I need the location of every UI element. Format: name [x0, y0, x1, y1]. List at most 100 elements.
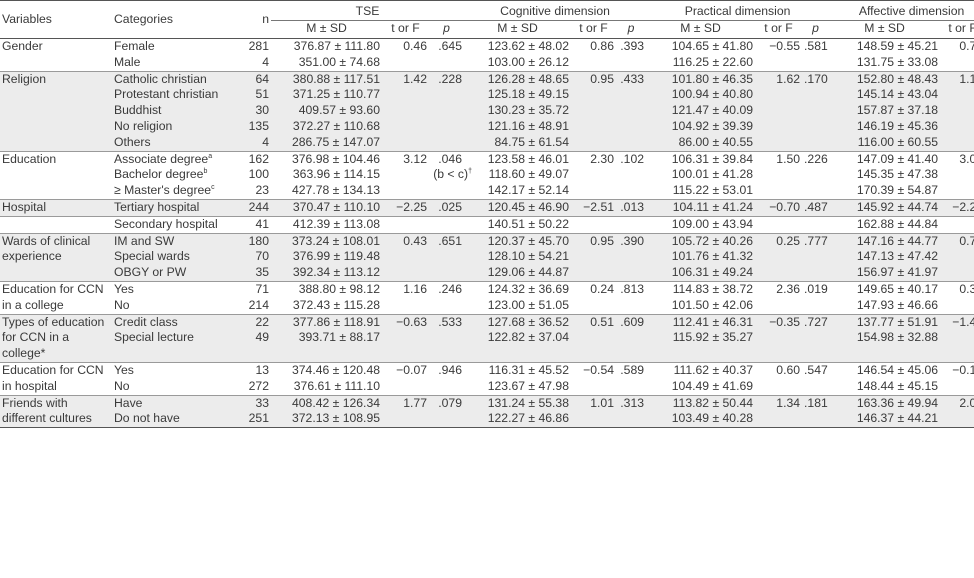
header-torf: t or F [391, 21, 420, 35]
prac-p-cell: .581 [802, 38, 830, 72]
p-value: .433 [620, 71, 645, 86]
variable-label: Friends with [2, 395, 68, 410]
n-value: 64 [255, 71, 269, 86]
cog-msd-cell: 124.32 ± 36.69 123.00 ± 51.05 [464, 281, 571, 315]
msd-value: 140.51 ± 50.22 [487, 216, 569, 231]
p-value: .581 [804, 39, 828, 53]
t-value: 1.62 [776, 71, 801, 86]
msd-value: 388.80 ± 98.12 [298, 281, 380, 296]
msd-value: 376.99 ± 119.48 [292, 249, 380, 264]
msd-value: 409.57 ± 93.60 [298, 103, 380, 118]
prac-msd-cell: 105.72 ± 40.26 101.76 ± 41.32 106.31 ± 49.… [646, 233, 756, 282]
cog-t-cell: 0.51 [571, 314, 616, 363]
tse-msd-cell: 376.87 ± 111.80 351.00 ± 74.68 [271, 38, 382, 72]
tse-msd-cell: 373.24 ± 108.01 376.99 ± 119.48 392.34 ± 1… [271, 233, 382, 282]
category-cell: Have Do not have [112, 395, 235, 429]
category-text: Others [114, 134, 151, 149]
msd-value: 113.82 ± 50.44 [672, 395, 754, 410]
category-cell: Yes No [112, 362, 235, 396]
msd-value: 101.80 ± 46.35 [671, 71, 754, 86]
msd-value: 120.45 ± 46.90 [487, 199, 569, 214]
p-value: .946 [438, 362, 462, 377]
tse-t-cell [382, 216, 429, 234]
category-cell: Associate degreea Bachelor degreeb ≥ Maste… [112, 151, 235, 200]
t-value: 1.77 [403, 395, 427, 410]
category-label: Others [114, 135, 233, 151]
category-text: OBGY or PW [114, 265, 187, 280]
category-text: Tertiary hospital [114, 199, 200, 214]
n-cell: 33 251 [235, 395, 271, 429]
category-text: Male [114, 54, 141, 69]
p-value: .313 [620, 395, 645, 410]
t-value: 0.74 [959, 39, 974, 53]
prac-t-cell: 2.36 [755, 281, 803, 315]
prac-msd-cell: 113.82 ± 50.44 103.49 ± 40.28 [646, 395, 756, 429]
msd-value: 131.75 ± 33.08 [856, 54, 939, 69]
tse-msd-cell: 370.47 ± 110.10 [271, 199, 382, 217]
msd-value: 121.47 ± 40.09 [671, 103, 754, 118]
category-text: Catholic christian [114, 71, 207, 86]
variable-label: Education for CCN [2, 281, 104, 296]
msd-value: 101.50 ± 42.06 [671, 297, 754, 312]
category-footnote-mark: a [208, 152, 213, 160]
t-value: −0.35 [769, 314, 801, 329]
category-text: Secondary hospital [114, 216, 218, 231]
variable-label: for CCN in a [2, 330, 70, 345]
n-value: 33 [255, 395, 269, 410]
msd-value: 370.47 ± 110.10 [292, 199, 380, 214]
msd-value: 114.83 ± 38.72 [672, 281, 754, 296]
tse-msd-cell: 374.46 ± 120.48 376.61 ± 111.10 [271, 362, 382, 396]
results-table: Variables Categories n TSE Cognitive dim… [0, 0, 974, 429]
variable-cell: Education for CCN in hospital [0, 362, 112, 396]
msd-value: 145.14 ± 43.04 [856, 87, 939, 102]
t-value: 2.30 [590, 151, 614, 166]
msd-value: 380.88 ± 117.51 [292, 71, 380, 86]
p-value: .228 [438, 71, 462, 86]
p-value: .813 [620, 281, 645, 296]
t-value: 2.36 [776, 281, 801, 296]
msd-value: 124.32 ± 36.69 [487, 281, 569, 296]
n-cell: 22 49 [235, 314, 271, 363]
msd-value: 104.65 ± 41.80 [671, 39, 754, 53]
t-value: 0.95 [590, 233, 614, 248]
msd-value: 123.62 ± 48.02 [487, 39, 569, 53]
tse-t-cell: −2.25 [382, 199, 429, 217]
tse-t-cell: 0.46 [382, 38, 429, 72]
variable-label: Gender [2, 39, 43, 53]
msd-value: 104.92 ± 39.39 [671, 118, 754, 133]
category-label: Male [114, 55, 233, 71]
n-value: 51 [255, 87, 269, 102]
t-value: −0.15 [952, 362, 974, 377]
header-group-tse: TSE [271, 0, 464, 21]
prac-t-cell: 1.34 [755, 395, 803, 429]
aff-msd-cell: 147.09 ± 41.40 145.35 ± 47.38 170.39 ± 54.… [829, 151, 941, 200]
msd-value: 111.62 ± 40.37 [673, 362, 754, 377]
msd-value: 100.01 ± 41.28 [671, 167, 754, 182]
msd-value: 112.41 ± 46.31 [672, 314, 754, 329]
variable-cell: Friends with different cultures [0, 395, 112, 429]
msd-value: 154.98 ± 32.88 [856, 330, 939, 345]
msd-value: 412.39 ± 113.08 [292, 216, 380, 231]
variable-label: in a college [2, 297, 64, 312]
t-value: 0.73 [959, 233, 974, 248]
category-text: No [114, 378, 130, 393]
msd-value: 104.49 ± 41.69 [671, 378, 754, 393]
variable-cell: Hospital [0, 199, 112, 217]
cog-msd-cell: 120.45 ± 46.90 [464, 199, 571, 217]
variable-cell: Education [0, 151, 112, 200]
category-text: Special lecture [114, 330, 194, 345]
msd-value: 126.28 ± 48.65 [487, 71, 569, 86]
tse-p-cell: .946 [429, 362, 464, 396]
t-value [757, 217, 800, 233]
msd-value: 116.25 ± 22.60 [672, 54, 754, 69]
posthoc-footnote-mark: † [468, 168, 472, 176]
header-msd: M ± SD [680, 21, 721, 35]
header-torf: t or F [948, 21, 974, 35]
table-body: Gender Female Male 281 4 376.87 ± 111.80 351.0… [0, 38, 974, 429]
n-value: 281 [248, 39, 269, 53]
header-p: p [812, 21, 819, 35]
t-value: 0.86 [590, 39, 614, 53]
prac-t-cell: 1.50 [755, 151, 803, 200]
variable-cell [0, 216, 112, 234]
msd-value: 146.37 ± 44.21 [856, 411, 939, 426]
